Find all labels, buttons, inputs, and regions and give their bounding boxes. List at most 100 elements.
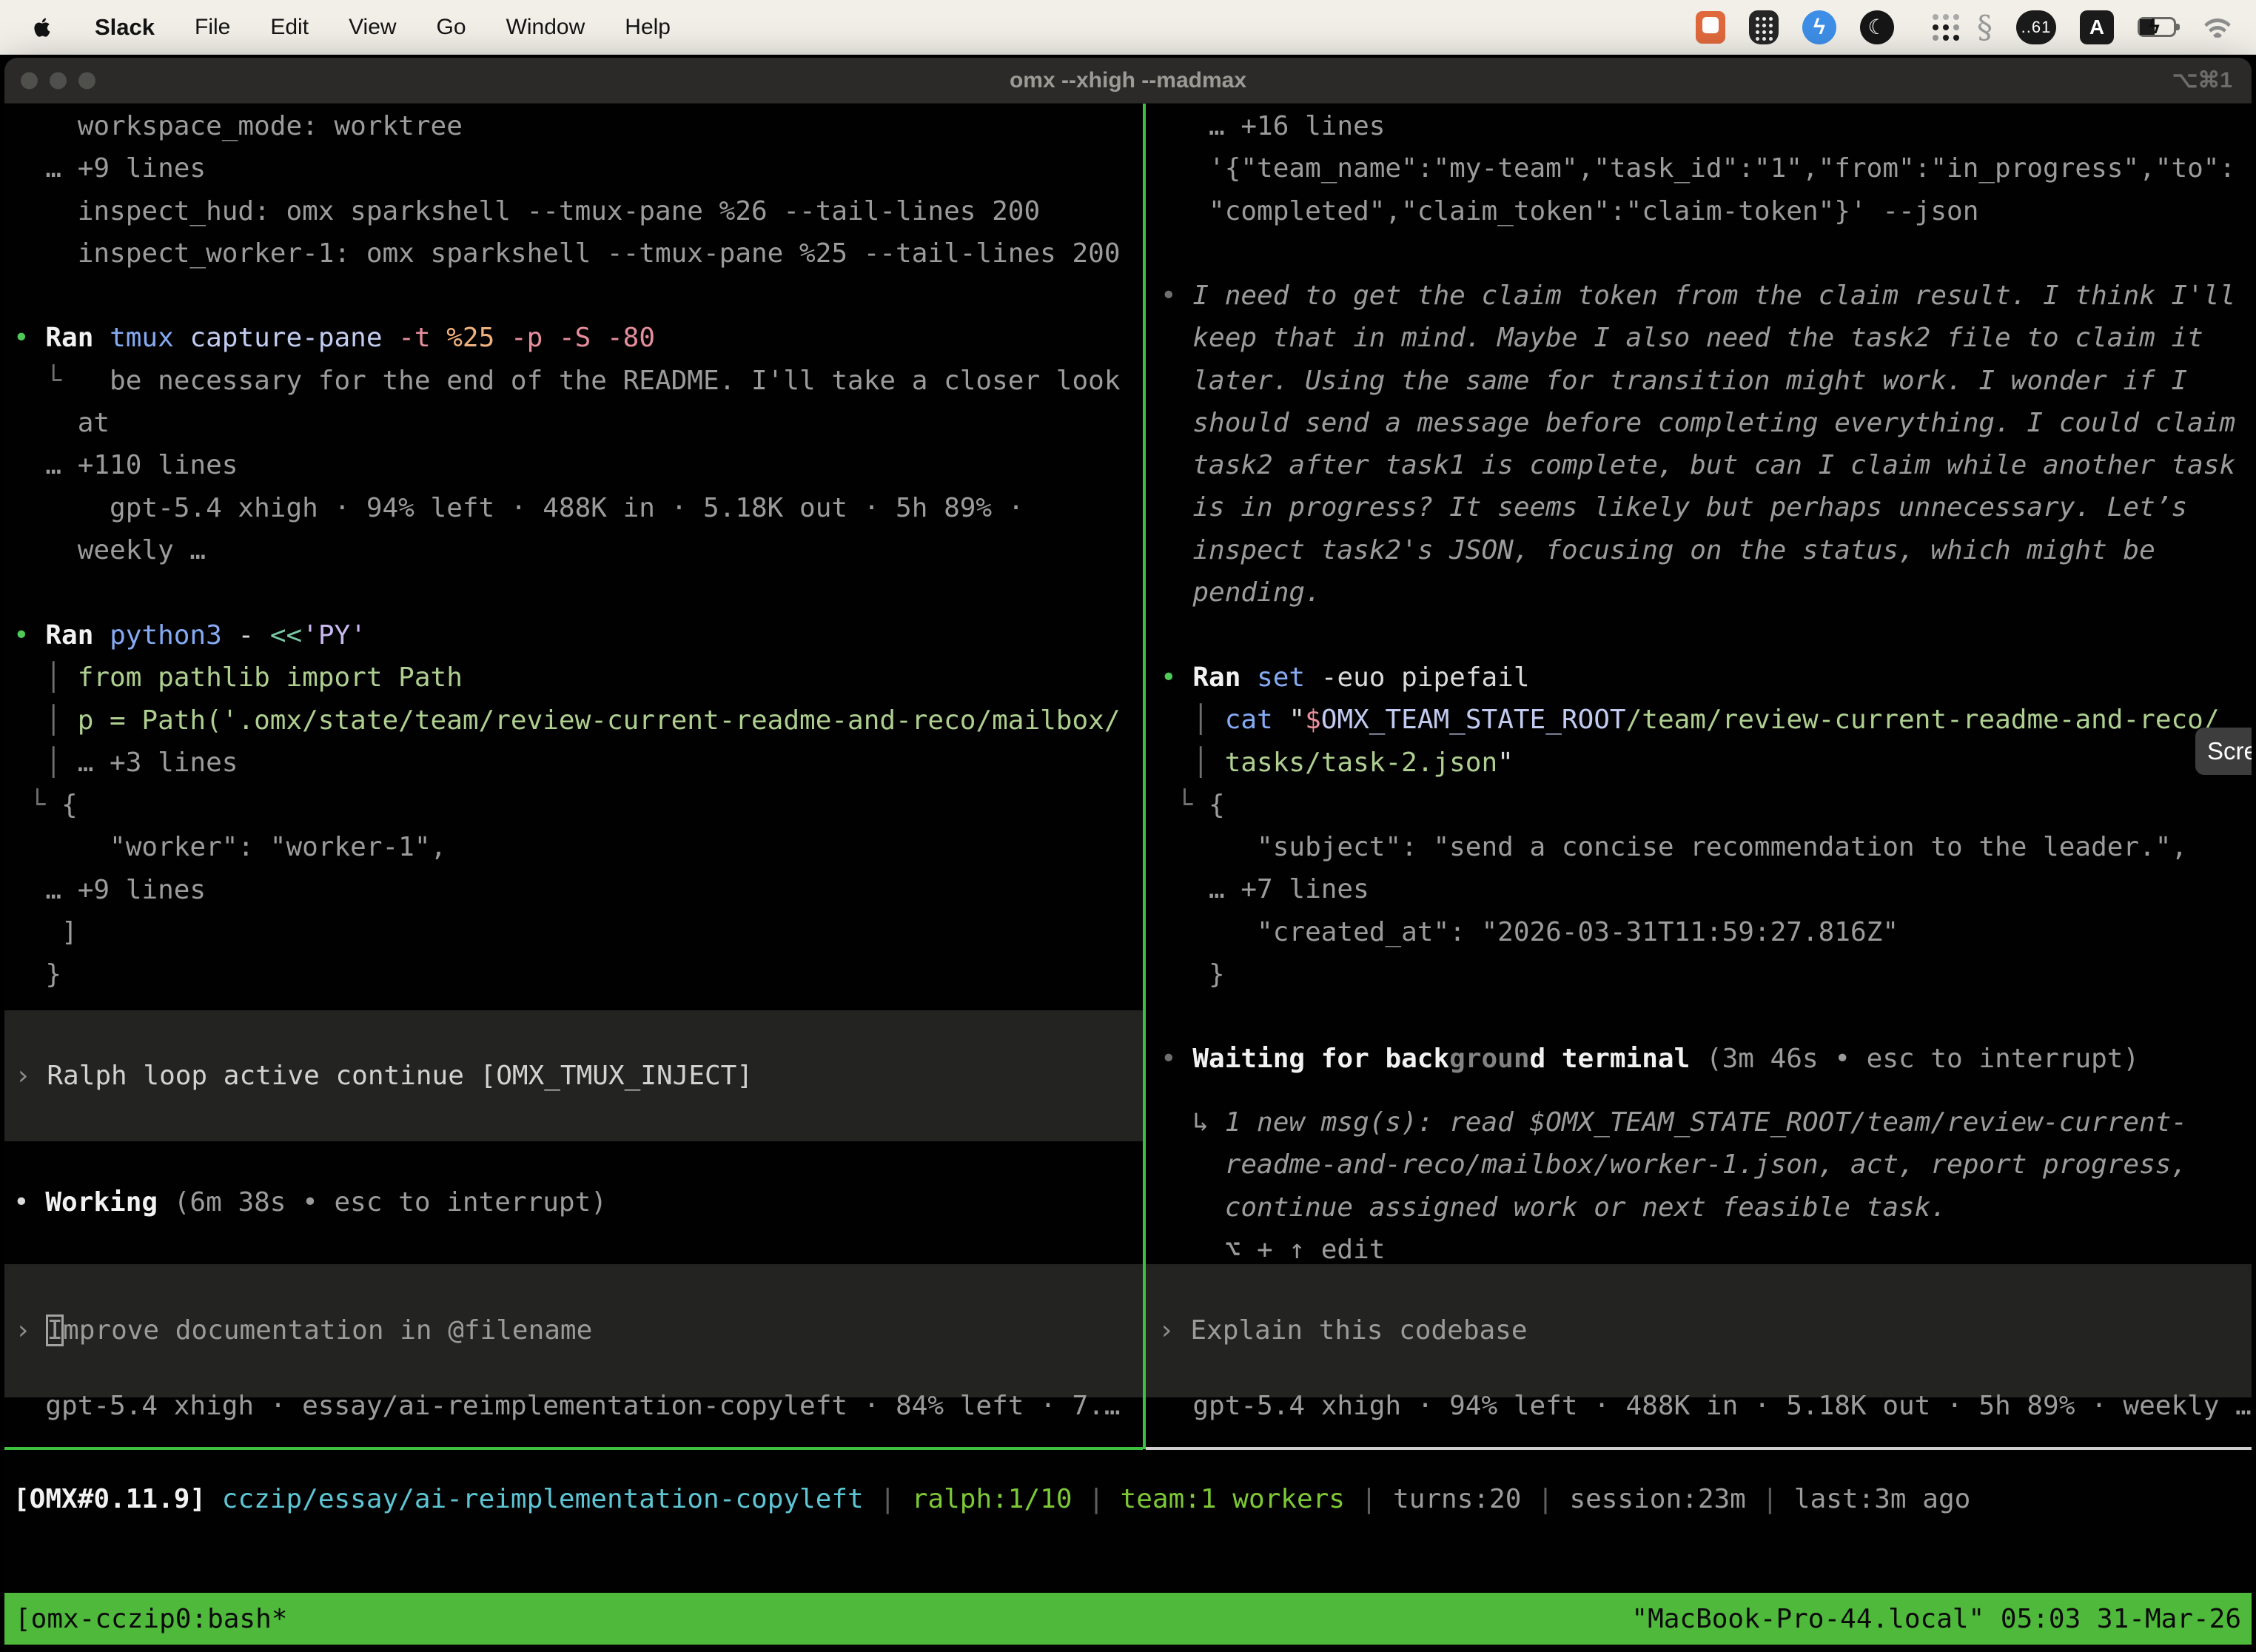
zoom-button[interactable] bbox=[78, 72, 95, 89]
right-pane-cat-block: • Ran set -euo pipefail │ cat "$OMX_TEAM… bbox=[1161, 657, 2252, 995]
left-pane-working-status: • Working (6m 38s • esc to interrupt) bbox=[13, 1181, 1138, 1223]
terminal-line: │ tasks/task-2.json" bbox=[1161, 742, 2252, 784]
clip-icon[interactable]: § bbox=[1977, 9, 1993, 45]
terminal-line: should send a message before completing … bbox=[1161, 402, 2252, 444]
dots-grid-icon[interactable] bbox=[1918, 24, 1953, 30]
terminal-line: • I need to get the claim token from the… bbox=[1161, 275, 2252, 317]
terminal-line: '{"team_name":"my-team","task_id":"1","f… bbox=[1161, 147, 2252, 189]
terminal-line: • Waiting for background terminal (3m 46… bbox=[1161, 1038, 2252, 1080]
terminal-line: │ p = Path('.omx/state/team/review-curre… bbox=[13, 699, 1138, 742]
window-title: omx --xhigh --madmax bbox=[1010, 68, 1246, 93]
terminal-line: › Explain this codebase bbox=[1158, 1309, 1528, 1352]
terminal-line: "completed","claim_token":"claim-token"}… bbox=[1161, 190, 2252, 232]
close-button[interactable] bbox=[21, 72, 38, 89]
terminal-line: › Improve documentation in @filename bbox=[15, 1309, 592, 1352]
right-pane-waiting-status: • Waiting for background terminal (3m 46… bbox=[1161, 1038, 2252, 1080]
menu-go[interactable]: Go bbox=[437, 15, 466, 40]
terminal-line: workspace_mode: worktree bbox=[13, 105, 1138, 147]
traffic-lights bbox=[21, 72, 95, 89]
terminal-line: ] bbox=[13, 911, 1138, 953]
terminal-line: │ cat "$OMX_TEAM_STATE_ROOT/team/review-… bbox=[1161, 699, 2252, 741]
terminal-line: • Ran python3 - <<'PY' bbox=[13, 614, 1138, 657]
terminal-line: inspect task2's JSON, focusing on the st… bbox=[1161, 529, 2252, 571]
terminal-line: • Working (6m 38s • esc to interrupt) bbox=[13, 1181, 1138, 1223]
tmux-session-name[interactable]: [omx-cczip0:bash* bbox=[15, 1604, 287, 1634]
text-cursor: I bbox=[47, 1315, 63, 1346]
terminal-line: at bbox=[13, 402, 1138, 444]
wifi-icon[interactable] bbox=[2200, 14, 2235, 41]
moon-icon[interactable]: ☾ bbox=[1860, 10, 1894, 44]
screen-share-tooltip-label: Scre bbox=[2207, 737, 2252, 765]
screen-share-tooltip: Scre bbox=[2195, 728, 2252, 775]
window-shortcut: ⌥⌘1 bbox=[2172, 67, 2232, 93]
terminal-line: readme-and-reco/mailbox/worker-1.json, a… bbox=[1161, 1144, 2252, 1186]
terminal-line: continue assigned work or next feasible … bbox=[1161, 1186, 2252, 1229]
terminal-line: └ be necessary for the end of the README… bbox=[13, 360, 1138, 402]
terminal-line: [OMX#0.11.9] cczip/essay/ai-reimplementa… bbox=[13, 1478, 2241, 1520]
menu-window[interactable]: Window bbox=[506, 15, 585, 40]
terminal-line: … +16 lines bbox=[1161, 105, 2252, 147]
terminal-line: › Ralph loop active continue [OMX_TMUX_I… bbox=[15, 1055, 753, 1097]
right-pane-prompt-input[interactable]: › Explain this codebase bbox=[1146, 1264, 2252, 1397]
battery-icon[interactable]: ϟ bbox=[2138, 17, 2176, 37]
tmux-host-clock: "MacBook-Pro-44.local" 05:03 31-Mar-26 bbox=[1631, 1604, 2241, 1634]
left-pane-log-top: workspace_mode: worktree … +9 lines insp… bbox=[13, 105, 1138, 571]
right-pane-mailbox-note: ↳ 1 new msg(s): read $OMX_TEAM_STATE_ROO… bbox=[1161, 1101, 2252, 1271]
menu-bar: Slack File Edit View Go Window Help ϟ ☾ … bbox=[0, 0, 2256, 55]
terminal-line: inspect_worker-1: omx sparkshell --tmux-… bbox=[13, 232, 1138, 275]
terminal-line: is in progress? It seems likely but perh… bbox=[1161, 486, 2252, 528]
terminal-line: "subject": "send a concise recommendatio… bbox=[1161, 826, 2252, 868]
terminal-window: omx --xhigh --madmax ⌥⌘1 workspace_mode:… bbox=[4, 58, 2252, 1652]
left-pane-prompt-input[interactable]: › Improve documentation in @filename bbox=[4, 1264, 1143, 1397]
minimize-button[interactable] bbox=[50, 72, 67, 89]
window-titlebar[interactable]: omx --xhigh --madmax ⌥⌘1 bbox=[4, 58, 2252, 104]
left-pane-model-status: gpt-5.4 xhigh · essay/ai-reimplementatio… bbox=[13, 1385, 1138, 1427]
left-pane-inject-box[interactable]: › Ralph loop active continue [OMX_TMUX_I… bbox=[4, 1010, 1143, 1141]
terminal-line: │ from pathlib import Path bbox=[13, 657, 1138, 699]
terminal-line: … +7 lines bbox=[1161, 868, 2252, 910]
battery-bolt-icon: ϟ bbox=[2149, 15, 2160, 38]
terminal-line: weekly … bbox=[13, 529, 1138, 571]
terminal-line: } bbox=[13, 953, 1138, 995]
menu-view[interactable]: View bbox=[349, 15, 396, 40]
terminal-line: • Ran tmux capture-pane -t %25 -p -S -80 bbox=[13, 317, 1138, 359]
terminal-line: gpt-5.4 xhigh · essay/ai-reimplementatio… bbox=[13, 1385, 1138, 1427]
terminal-line: } bbox=[1161, 953, 2252, 995]
terminal-line: "worker": "worker-1", bbox=[13, 826, 1138, 868]
menu-edit[interactable]: Edit bbox=[270, 15, 309, 40]
pane-divider[interactable] bbox=[1143, 104, 1146, 1449]
terminal-line: │ … +3 lines bbox=[13, 742, 1138, 784]
stats-icon[interactable]: ϟ bbox=[1802, 10, 1836, 44]
terminal-body[interactable]: workspace_mode: worktree … +9 lines insp… bbox=[4, 104, 2252, 1652]
terminal-line: pending. bbox=[1161, 571, 2252, 614]
omx-status-line: [OMX#0.11.9] cczip/essay/ai-reimplementa… bbox=[13, 1478, 2241, 1520]
terminal-line: task2 after task1 is complete, but can I… bbox=[1161, 444, 2252, 486]
terminal-line: "created_at": "2026-03-31T11:59:27.816Z" bbox=[1161, 911, 2252, 953]
terminal-line: • Ran set -euo pipefail bbox=[1161, 657, 2252, 699]
apple-menu-icon[interactable] bbox=[31, 16, 55, 39]
terminal-line: └ { bbox=[1161, 784, 2252, 826]
terminal-line: … +9 lines bbox=[13, 147, 1138, 189]
terminal-line: … +110 lines bbox=[13, 444, 1138, 486]
terminal-line: later. Using the same for transition mig… bbox=[1161, 360, 2252, 402]
menu-status-icons: ϟ ☾ § ..61 A ϟ bbox=[1696, 9, 2256, 45]
terminal-line: ↳ 1 new msg(s): read $OMX_TEAM_STATE_ROO… bbox=[1161, 1101, 2252, 1144]
terminal-line: inspect_hud: omx sparkshell --tmux-pane … bbox=[13, 190, 1138, 232]
count-badge[interactable]: ..61 bbox=[2016, 10, 2056, 44]
left-pane-bottom-border bbox=[4, 1447, 1143, 1450]
right-pane-log-top: … +16 lines '{"team_name":"my-team","tas… bbox=[1161, 105, 2252, 232]
menu-app-name[interactable]: Slack bbox=[95, 14, 155, 41]
privacy-shield-icon[interactable] bbox=[1749, 10, 1779, 44]
terminal-line: keep that in mind. Maybe I also need the… bbox=[1161, 317, 2252, 359]
terminal-line: └ { bbox=[13, 784, 1138, 826]
terminal-line bbox=[13, 275, 1138, 317]
screen-record-indicator-icon[interactable] bbox=[1696, 11, 1725, 44]
right-pane-thinking: • I need to get the claim token from the… bbox=[1161, 275, 2252, 614]
left-pane-python-block: • Ran python3 - <<'PY' │ from pathlib im… bbox=[13, 614, 1138, 996]
input-source-icon[interactable]: A bbox=[2080, 10, 2114, 44]
right-pane-bottom-border bbox=[1146, 1447, 2252, 1450]
menu-file[interactable]: File bbox=[195, 15, 230, 40]
menu-help[interactable]: Help bbox=[625, 15, 671, 40]
menu-left: Slack File Edit View Go Window Help bbox=[0, 14, 671, 41]
tmux-status-bar: [omx-cczip0:bash* "MacBook-Pro-44.local"… bbox=[4, 1593, 2252, 1645]
